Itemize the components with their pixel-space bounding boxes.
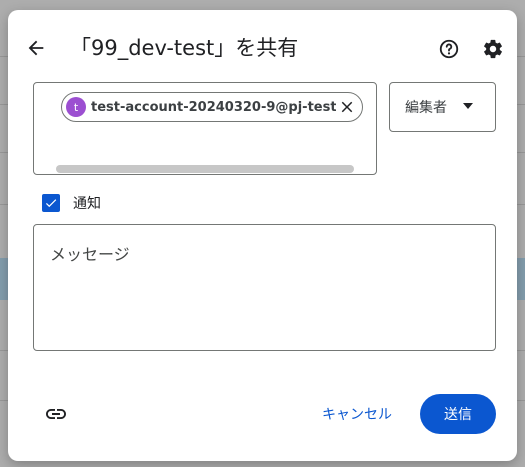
close-icon bbox=[341, 101, 353, 113]
share-dialog: 「99_dev-test」を共有 t test-account-20240320… bbox=[8, 10, 517, 461]
back-button[interactable] bbox=[22, 34, 50, 62]
send-button[interactable]: 送信 bbox=[420, 394, 496, 434]
remove-recipient-button[interactable] bbox=[338, 98, 356, 116]
dropdown-caret-icon bbox=[463, 103, 473, 109]
avatar: t bbox=[66, 97, 86, 117]
message-placeholder: メッセージ bbox=[50, 245, 130, 264]
recipients-field[interactable]: t test-account-20240320-9@pj-test-2... bbox=[33, 82, 377, 175]
notify-checkbox-row[interactable]: 通知 bbox=[42, 193, 101, 213]
recipient-chip-label: test-account-20240320-9@pj-test-2... bbox=[91, 99, 336, 115]
message-textarea[interactable]: メッセージ bbox=[33, 224, 496, 351]
back-arrow-icon bbox=[28, 40, 44, 56]
notify-label: 通知 bbox=[73, 196, 101, 212]
checkmark-icon bbox=[45, 199, 57, 208]
copy-link-button[interactable] bbox=[44, 402, 68, 426]
help-icon bbox=[439, 39, 459, 59]
role-dropdown[interactable]: 編集者 bbox=[389, 82, 496, 132]
notify-checkbox[interactable] bbox=[42, 194, 60, 212]
link-icon bbox=[46, 409, 66, 419]
cancel-button[interactable]: キャンセル bbox=[312, 394, 402, 434]
dialog-title: 「99_dev-test」を共有 bbox=[70, 36, 299, 60]
horizontal-scrollbar[interactable] bbox=[56, 165, 354, 173]
role-selected-label: 編集者 bbox=[405, 100, 447, 116]
settings-button[interactable] bbox=[480, 36, 506, 62]
help-button[interactable] bbox=[436, 36, 462, 62]
gear-icon bbox=[484, 39, 502, 59]
recipient-chip[interactable]: t test-account-20240320-9@pj-test-2... bbox=[61, 92, 363, 122]
